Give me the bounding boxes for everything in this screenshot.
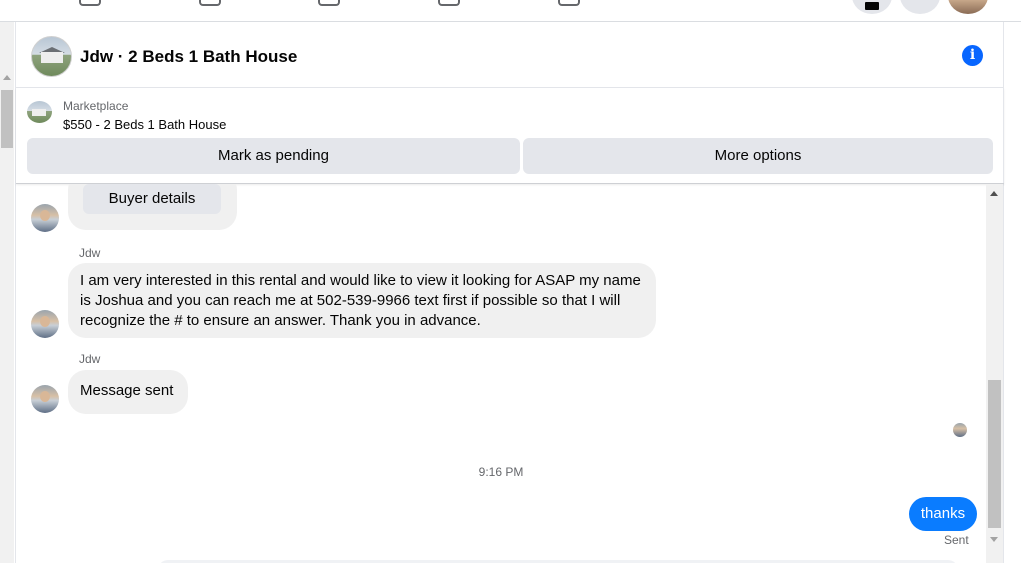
buyer-details-button[interactable]: Buyer details <box>83 184 221 214</box>
listing-title[interactable]: $550 - 2 Beds 1 Bath House <box>63 117 226 132</box>
scroll-up-icon[interactable] <box>990 191 998 196</box>
outgoing-message-bubble[interactable]: thanks <box>909 497 977 531</box>
home-icon[interactable] <box>79 0 101 6</box>
groups-icon[interactable] <box>558 0 580 6</box>
account-avatar[interactable] <box>948 0 988 14</box>
avatar[interactable] <box>31 310 59 338</box>
message-timestamp: 9:16 PM <box>478 465 524 479</box>
buyer-info-card: Buyer details <box>68 184 237 230</box>
video-icon[interactable] <box>318 0 340 6</box>
avatar[interactable] <box>31 385 59 413</box>
friends-icon[interactable] <box>199 0 221 6</box>
message-scrollbar[interactable] <box>986 184 1003 563</box>
message-list: Buyer details Jdw I am very interested i… <box>16 184 986 563</box>
conversation-panel: Jdw · 2 Beds 1 Bath House i Marketplace … <box>15 22 1004 563</box>
scroll-down-icon[interactable] <box>990 537 998 542</box>
more-options-button[interactable]: More options <box>523 138 993 174</box>
listing-thumbnail[interactable] <box>27 101 52 123</box>
scrollbar-thumb[interactable] <box>1 90 13 148</box>
message-sender: Jdw <box>79 246 101 260</box>
marketplace-icon[interactable] <box>438 0 460 6</box>
top-navigation-bar <box>0 0 1021 22</box>
menu-grid-icon[interactable] <box>852 0 892 14</box>
page-scrollbar[interactable] <box>0 22 14 563</box>
avatar[interactable] <box>31 204 59 232</box>
message-bubble[interactable]: I am very interested in this rental and … <box>68 263 656 338</box>
listing-banner: Marketplace $550 - 2 Beds 1 Bath House M… <box>16 88 1004 184</box>
message-bubble[interactable]: Message sent <box>68 370 188 414</box>
read-receipt-avatar <box>953 423 967 437</box>
conversation-header: Jdw · 2 Beds 1 Bath House i <box>16 22 1004 88</box>
message-status: Sent <box>944 533 969 547</box>
scrollbar-thumb[interactable] <box>988 380 1001 528</box>
message-sender: Jdw <box>79 352 101 366</box>
listing-avatar[interactable] <box>31 36 72 77</box>
info-icon[interactable]: i <box>962 45 983 66</box>
conversation-title[interactable]: Jdw · 2 Beds 1 Bath House <box>80 47 297 67</box>
listing-source: Marketplace <box>63 99 129 113</box>
mark-as-pending-button[interactable]: Mark as pending <box>27 138 520 174</box>
notifications-icon[interactable] <box>900 0 940 14</box>
scroll-up-icon[interactable] <box>3 75 11 80</box>
